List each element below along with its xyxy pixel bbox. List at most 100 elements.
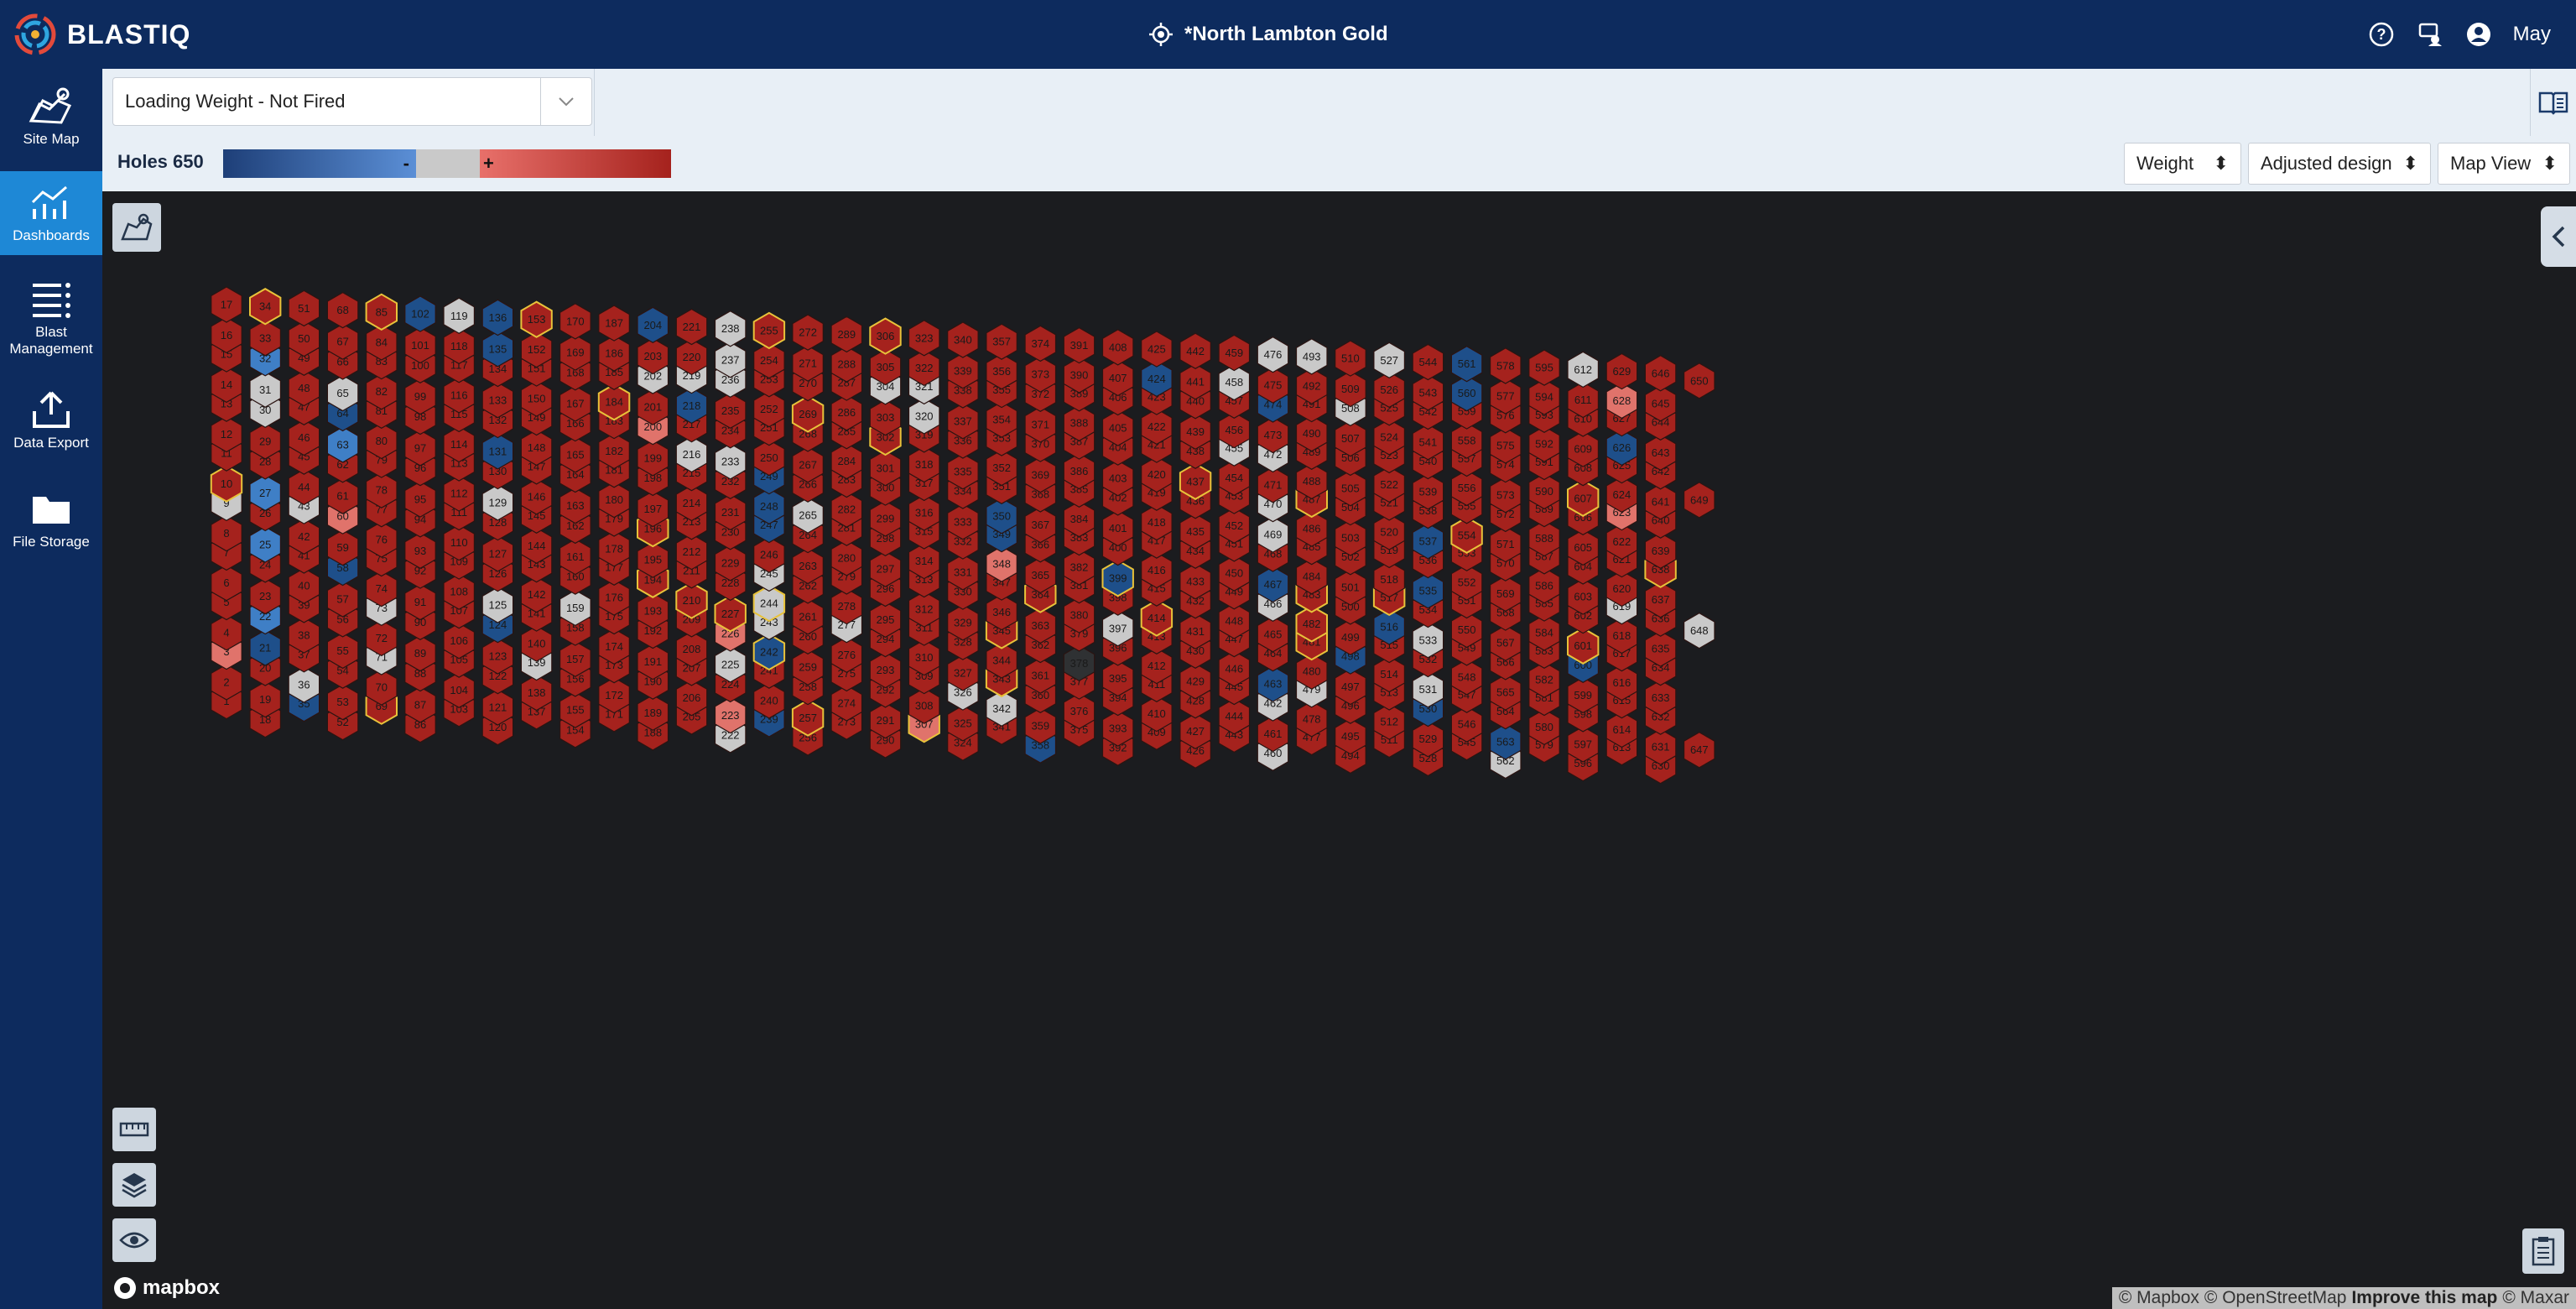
blast-hole[interactable]: 408 [1101,329,1134,366]
blast-hole[interactable]: 357 [986,323,1017,360]
blast-hole[interactable]: 648 [1683,612,1715,649]
blast-hole[interactable]: 257 [791,699,825,737]
blast-hole-label: 643 [1652,446,1670,459]
sidebar-item-file-storage[interactable]: File Storage [0,488,102,572]
visibility-button[interactable] [112,1218,156,1262]
metric-select[interactable]: Weight ⬍ [2124,143,2241,185]
sidebar-item-site-map[interactable]: Site Map [0,86,102,166]
blast-hole[interactable]: 221 [675,308,708,346]
blast-hole[interactable]: 442 [1179,332,1211,369]
blast-hole[interactable]: 595 [1528,349,1560,386]
blast-hole[interactable]: 374 [1024,325,1057,362]
blast-hole[interactable]: 17 [211,286,242,323]
blast-hole-label: 123 [489,650,507,663]
sidebar-item-dashboards[interactable]: Dashboards [0,171,102,255]
blast-hole-label: 99 [414,390,426,403]
blast-hole-label: 263 [799,560,817,572]
blast-hole[interactable]: 269 [791,395,825,433]
blast-hole-label: 178 [605,542,623,555]
blast-hole-label: 631 [1652,741,1670,754]
attribution-maxar-link[interactable]: © Maxar [2502,1288,2569,1308]
blast-hole[interactable]: 119 [443,297,475,334]
blast-hole[interactable]: 323 [908,320,940,357]
blast-hole[interactable]: 340 [947,321,979,358]
measure-button[interactable] [112,1108,156,1151]
blast-hole[interactable]: 647 [1683,732,1715,769]
chevron-down-icon[interactable] [540,78,591,125]
sidebar-item-data-export[interactable]: Data Export [0,389,102,473]
blast-hole-label: 252 [760,403,778,415]
view-select[interactable]: Map View ⬍ [2438,143,2570,185]
map-canvas[interactable]: 1 2 3 4 5 6 7 8 9 10 11 12 13 14 15 16 17 18 19 20 21 22 23 24 2… [102,191,2576,1309]
blast-hole[interactable]: 102 [404,295,436,332]
blast-hole[interactable]: 510 [1335,340,1366,377]
blast-hole[interactable]: 646 [1644,355,1677,392]
blast-hole-label: 254 [760,354,778,367]
blastiq-logo-icon [14,13,56,55]
blast-hole-label: 301 [877,462,895,474]
blast-hole-label: 93 [414,545,426,557]
user-avatar-icon[interactable] [2464,20,2493,49]
blast-hole[interactable]: 399 [1101,559,1134,597]
blast-hole[interactable]: 612 [1567,351,1600,389]
site-selector[interactable]: *North Lambton Gold [1149,15,1388,54]
blast-hole[interactable]: 391 [1063,326,1095,364]
blast-hole[interactable]: 187 [598,305,630,342]
remote-support-icon[interactable] [2416,20,2444,49]
blast-hole-grid[interactable]: 1234567891011121314151617181920212223242… [102,191,2576,1309]
mode-select[interactable]: Loading Weight - Not Fired [112,77,592,126]
blast-hole[interactable]: 255 [752,311,786,350]
blast-hole[interactable]: 238 [714,310,747,347]
blast-hole-label: 624 [1613,488,1631,501]
blast-hole-label: 165 [566,448,585,461]
blast-hole[interactable]: 227 [714,595,747,633]
blast-hole-label: 320 [915,409,934,422]
design-select[interactable]: Adjusted design ⬍ [2248,143,2431,185]
blast-hole[interactable]: 649 [1683,482,1715,519]
blast-hole[interactable]: 306 [869,317,902,355]
help-icon[interactable]: ? [2367,20,2396,49]
blast-hole[interactable]: 578 [1489,347,1522,384]
blast-hole[interactable]: 493 [1295,338,1328,375]
blast-hole-label: 257 [799,712,817,724]
blast-hole[interactable]: 437 [1179,462,1212,500]
blast-hole[interactable]: 527 [1373,342,1406,378]
blast-hole[interactable]: 68 [326,291,359,329]
blast-hole[interactable]: 34 [249,288,282,326]
blast-hole[interactable]: 153 [520,300,553,338]
blast-hole[interactable]: 476 [1257,336,1289,373]
blast-hole[interactable]: 170 [559,303,591,340]
blast-hole-label: 261 [799,610,817,623]
blast-hole[interactable]: 544 [1412,343,1444,381]
blast-hole[interactable]: 204 [637,306,669,343]
blast-hole-label: 435 [1186,525,1205,538]
blast-hole-label: 622 [1613,535,1631,548]
blast-hole[interactable]: 289 [830,316,863,353]
blast-hole-label: 563 [1496,735,1515,748]
blast-hole[interactable]: 272 [792,314,824,351]
blast-hole[interactable]: 561 [1450,346,1483,383]
blast-hole[interactable]: 629 [1605,352,1638,390]
blast-hole[interactable]: 425 [1141,331,1173,368]
app-logo[interactable]: BLASTIQ [13,12,190,57]
sidebar-item-blast-management[interactable]: Blast Management [0,279,102,371]
blast-hole-label: 393 [1109,722,1127,735]
blast-hole[interactable]: 136 [481,299,514,336]
blast-hole-label: 354 [992,414,1011,426]
panel-collapse-button[interactable] [2541,206,2576,267]
site-map-toggle-button[interactable] [112,203,161,252]
attribution-improve-link[interactable]: Improve this map [2351,1288,2497,1308]
layers-button[interactable] [112,1163,156,1207]
report-button[interactable] [2522,1228,2564,1274]
blast-hole[interactable]: 650 [1683,362,1715,399]
blast-hole[interactable]: 85 [365,293,398,331]
blast-hole-label: 340 [954,334,972,347]
mapbox-logo[interactable]: mapbox [112,1275,220,1301]
attribution-mapbox-link[interactable]: © Mapbox [2119,1288,2199,1308]
blast-hole-label: 331 [954,566,972,578]
attribution-osm-link[interactable]: © OpenStreetMap [2204,1288,2347,1308]
guide-book-button[interactable] [2530,69,2576,136]
user-name[interactable]: May [2513,23,2551,46]
blast-hole[interactable]: 51 [288,289,320,327]
blast-hole[interactable]: 459 [1218,334,1251,372]
